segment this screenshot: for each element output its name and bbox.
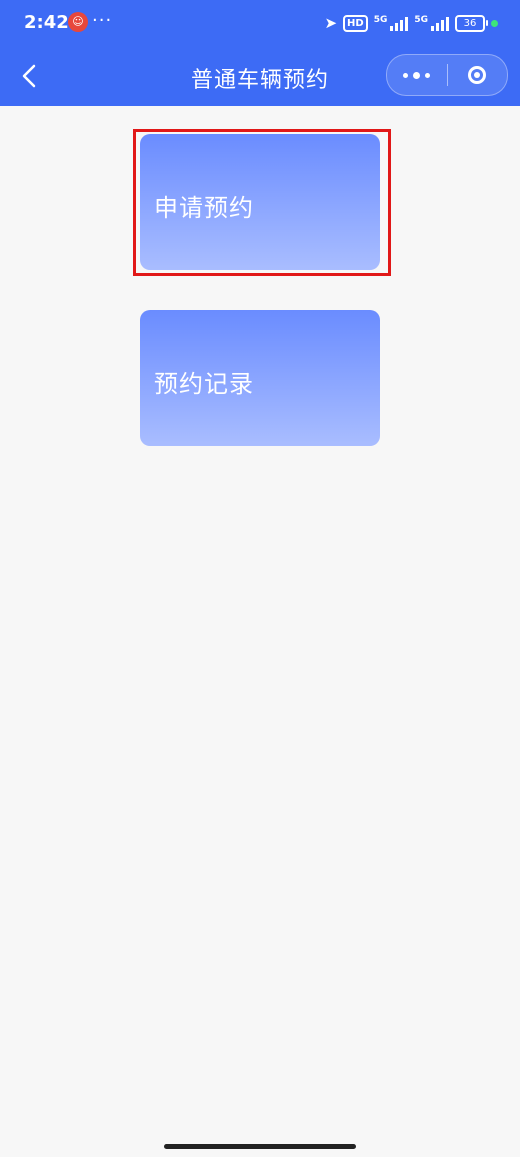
- more-dots-icon: [403, 71, 431, 79]
- reservation-records-card[interactable]: 预约记录: [140, 310, 380, 446]
- signal-2-icon: 5G: [414, 15, 449, 31]
- hd-badge: HD: [343, 14, 368, 32]
- selection-highlight-box: [133, 129, 391, 276]
- more-menu-button[interactable]: [387, 55, 447, 95]
- privacy-indicator-dot: [491, 19, 498, 27]
- network-label-1: 5G: [373, 15, 388, 25]
- home-indicator[interactable]: [164, 1144, 356, 1149]
- status-bar: 2:42 ☺ ··· ➤ HD 5G 5G 36: [0, 0, 520, 48]
- location-arrow-icon: ➤: [324, 14, 338, 32]
- close-mini-program-button[interactable]: [448, 55, 508, 95]
- reservation-records-label: 预约记录: [154, 370, 254, 398]
- nav-bar: 普通车辆预约: [0, 48, 520, 106]
- signal-1-icon: 5G: [374, 15, 409, 31]
- notification-app-icon: ☺: [68, 12, 88, 32]
- status-more-indicator: ···: [92, 10, 113, 31]
- status-right-group: ➤ HD 5G 5G 36: [324, 11, 498, 35]
- mini-program-capsule: [386, 54, 508, 96]
- network-label-2: 5G: [414, 15, 428, 25]
- header-bar: 2:42 ☺ ··· ➤ HD 5G 5G 36 普通车辆预约: [0, 0, 520, 106]
- status-time: 2:42: [24, 12, 69, 33]
- battery-icon: 36: [455, 14, 488, 32]
- target-circle-icon: [468, 66, 487, 84]
